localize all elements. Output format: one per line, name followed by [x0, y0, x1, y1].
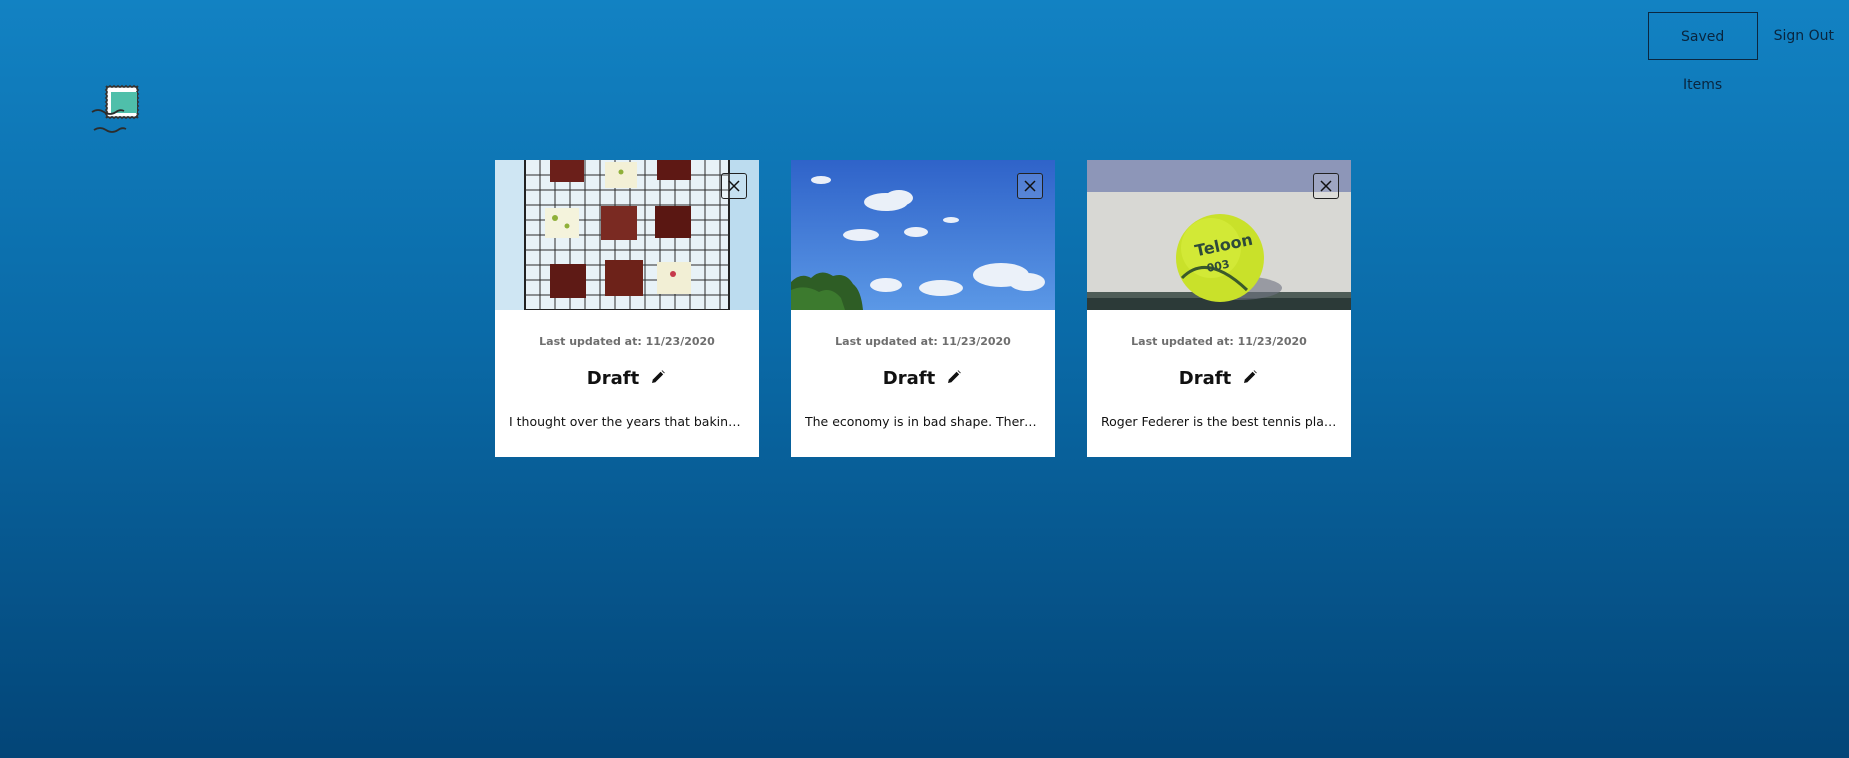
pencil-icon — [948, 369, 962, 383]
saved-items-list: Last updated at: 11/23/2020 Draft I thou… — [495, 160, 1351, 457]
last-updated-date: 11/23/2020 — [645, 335, 715, 348]
last-updated: Last updated at: 11/23/2020 — [495, 335, 759, 349]
logo[interactable] — [90, 84, 160, 136]
postage-stamp-icon — [91, 84, 140, 133]
last-updated: Last updated at: 11/23/2020 — [1087, 335, 1351, 349]
close-icon — [728, 180, 740, 192]
draft-card[interactable]: Last updated at: 11/23/2020 Draft I thou… — [495, 160, 759, 457]
card-title: Draft — [586, 368, 640, 389]
last-updated-label: Last updated at: — [835, 335, 942, 348]
last-updated-label: Last updated at: — [1131, 335, 1238, 348]
close-icon — [1024, 180, 1036, 192]
edit-button[interactable] — [649, 368, 667, 386]
last-updated-date: 11/23/2020 — [1237, 335, 1307, 348]
last-updated: Last updated at: 11/23/2020 — [791, 335, 1055, 349]
sign-out-link[interactable]: Sign Out — [1774, 28, 1834, 44]
card-body: Last updated at: 11/23/2020 Draft I thou… — [495, 310, 759, 429]
edit-button[interactable] — [945, 368, 963, 386]
draft-card[interactable]: Teloon 003 Last updated at: 11/23/2020 D… — [1087, 160, 1351, 457]
card-image-sky — [791, 160, 1055, 310]
last-updated-date: 11/23/2020 — [941, 335, 1011, 348]
title-row: Draft — [495, 368, 759, 389]
delete-button[interactable] — [721, 173, 747, 199]
title-row: Draft — [1087, 368, 1351, 389]
card-excerpt: The economy is in bad shape. There a… — [805, 414, 1041, 429]
card-body: Last updated at: 11/23/2020 Draft The ec… — [791, 310, 1055, 429]
edit-button[interactable] — [1241, 368, 1259, 386]
pencil-icon — [652, 369, 666, 383]
card-title: Draft — [1178, 368, 1232, 389]
top-nav: Saved Items Sign Out — [1647, 12, 1836, 93]
draft-card[interactable]: Last updated at: 11/23/2020 Draft The ec… — [791, 160, 1055, 457]
title-row: Draft — [791, 368, 1055, 389]
card-image-brownies — [495, 160, 759, 310]
close-icon — [1320, 180, 1332, 192]
card-image-tennis-ball: Teloon 003 — [1087, 160, 1351, 310]
card-title: Draft — [882, 368, 936, 389]
delete-button[interactable] — [1313, 173, 1339, 199]
card-excerpt: Roger Federer is the best tennis play… — [1101, 414, 1337, 429]
last-updated-label: Last updated at: — [539, 335, 646, 348]
card-body: Last updated at: 11/23/2020 Draft Roger … — [1087, 310, 1351, 429]
saved-items-button[interactable]: Saved Items — [1647, 12, 1758, 93]
pencil-icon — [1244, 369, 1258, 383]
delete-button[interactable] — [1017, 173, 1043, 199]
card-excerpt: I thought over the years that baking … — [509, 414, 745, 429]
